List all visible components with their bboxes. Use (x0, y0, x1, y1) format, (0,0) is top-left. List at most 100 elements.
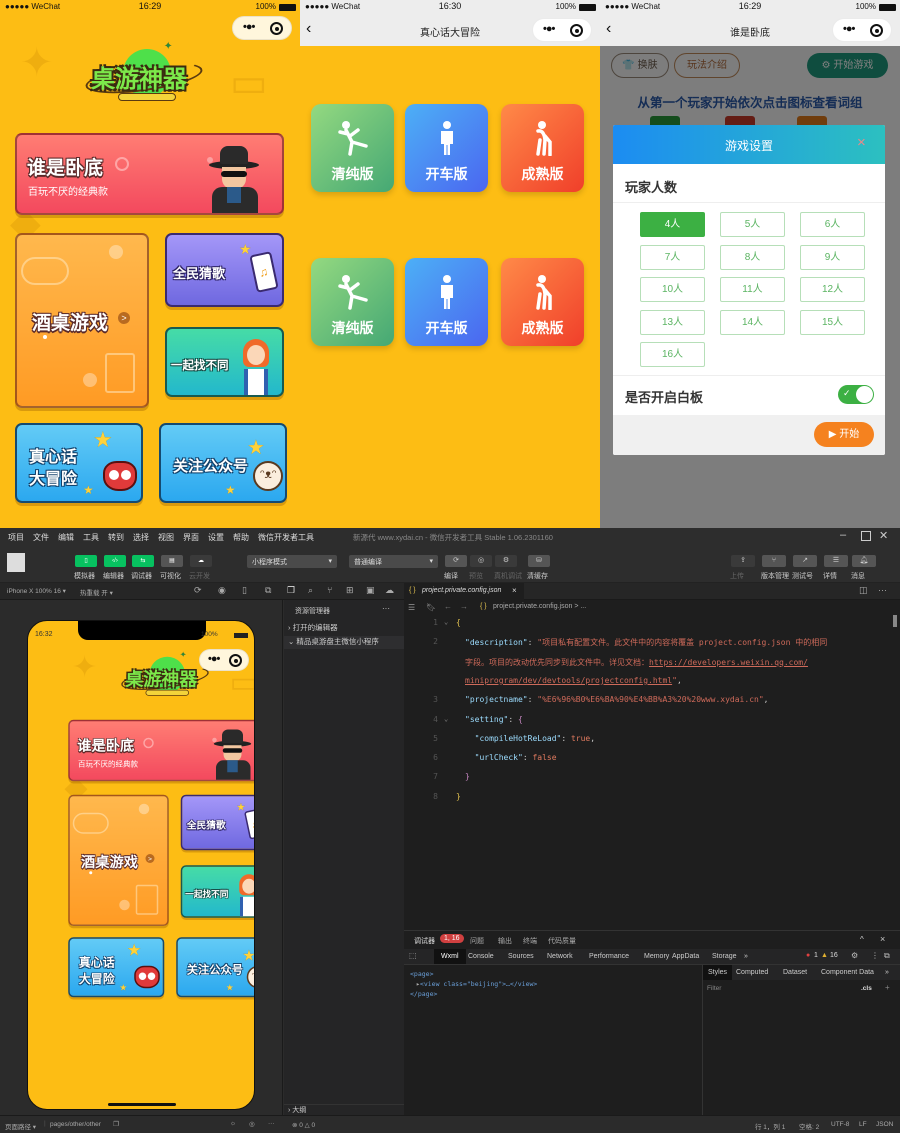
menu-item[interactable]: 工具 (83, 532, 99, 543)
start-button[interactable]: ▶ 开始 (814, 422, 874, 447)
test-account-button[interactable]: ↗ (793, 555, 817, 567)
player-count-option[interactable]: 4人 (640, 212, 705, 237)
styles-tab[interactable]: Dataset (783, 969, 807, 976)
wxml-node[interactable]: </page> (410, 989, 537, 999)
maximize-button[interactable] (861, 531, 871, 541)
wxml-node[interactable]: <page> (410, 969, 537, 979)
version-card[interactable]: 开车版 (405, 104, 488, 192)
dock-icon[interactable]: ⧉ (884, 951, 890, 961)
card-spot-difference[interactable]: 一起找不同 (180, 865, 254, 918)
player-count-option[interactable]: 10人 (640, 277, 705, 302)
back-arrow-icon[interactable]: ← (444, 602, 452, 611)
indent-spaces[interactable]: 空格: 2 (799, 1121, 819, 1131)
debugger-toggle[interactable]: ⇆ (132, 555, 154, 567)
player-count-option[interactable]: 8人 (720, 244, 785, 270)
card-guess-song[interactable]: 全民猜歌 ♫ ★ (165, 233, 284, 307)
player-count-option[interactable]: 5人 (720, 212, 785, 237)
warning-count[interactable]: 16 (830, 952, 838, 959)
avatar[interactable] (7, 553, 25, 572)
project-root[interactable]: ⌄ 精品桌游盘主微信小程序 (284, 636, 404, 649)
error-count[interactable]: 1 (814, 952, 818, 959)
card-spot-difference[interactable]: 一起找不同 (165, 327, 284, 397)
styles-tab[interactable]: Component Data (821, 969, 874, 976)
more-icon[interactable]: •●• (843, 23, 855, 35)
git-icon[interactable]: ⑂ (327, 585, 332, 595)
player-count-option[interactable]: 15人 (800, 309, 865, 335)
menu-item[interactable]: 界面 (183, 532, 199, 543)
close-panel-icon[interactable]: × (880, 934, 885, 944)
mode-select[interactable]: 小程序模式 ▾ (247, 555, 337, 568)
refresh-icon[interactable]: ⟳ (194, 585, 202, 596)
hot-reload-select[interactable]: 热重载 开 ▾ (80, 587, 113, 597)
bug-icon[interactable]: ☼ (230, 1120, 236, 1127)
panel-icon[interactable]: ▣ (366, 585, 375, 596)
version-card[interactable]: 成熟版 (501, 258, 584, 346)
settings-gear-icon[interactable]: ⚙ (851, 951, 858, 960)
panel-tab-network[interactable]: Network (547, 953, 573, 960)
line-ending[interactable]: LF (859, 1121, 867, 1128)
preview-button[interactable]: ◎ (470, 555, 492, 567)
encoding[interactable]: UTF-8 (831, 1121, 849, 1128)
panel-tab-console[interactable]: Console (468, 953, 494, 960)
collapse-icon[interactable]: ^ (860, 935, 864, 944)
menu-item[interactable]: 选择 (133, 532, 149, 543)
close-tab-icon[interactable]: × (512, 586, 517, 595)
menu-item[interactable]: 编辑 (58, 532, 74, 543)
player-count-option[interactable]: 12人 (800, 277, 865, 302)
more-actions-icon[interactable]: ··· (878, 585, 887, 595)
eye-icon[interactable]: ◎ (249, 1120, 255, 1128)
panel-tab-wxml[interactable]: Wxml (434, 949, 466, 964)
menu-item[interactable]: 视图 (158, 532, 174, 543)
panel-tab-performance[interactable]: Performance (589, 953, 629, 960)
record-icon[interactable]: ◉ (218, 585, 226, 596)
version-card[interactable]: 成熟版 (501, 104, 584, 192)
panel-tab-memory[interactable]: Memory (644, 953, 669, 960)
menu-item[interactable]: 帮助 (233, 532, 249, 543)
debugger-tab[interactable]: 调试器 (414, 936, 435, 946)
whiteboard-toggle[interactable]: ✓ (838, 385, 874, 404)
version-card[interactable]: 开车版 (405, 258, 488, 346)
details-button[interactable]: ☰ (824, 555, 848, 567)
version-card[interactable]: 清纯版 (311, 258, 394, 346)
panel-tab-[interactable]: » (744, 953, 748, 960)
panel-tab-appdata[interactable]: AppData (672, 953, 699, 960)
copy-icon[interactable]: ❐ (113, 1120, 119, 1128)
filter-input[interactable]: Filter (707, 985, 721, 992)
bookmark-icon[interactable]: 🔖︎ (426, 603, 436, 612)
simulator-phone[interactable]: 16:32 100% •●• ✦ ▭ ◆ 桌游神器 ✦ 谁是卧底 百玩不厌的经典… (27, 620, 255, 1110)
close-window-button[interactable]: ✕ (879, 529, 888, 542)
clear-cache-button[interactable]: ⛁ (528, 555, 550, 567)
player-count-option[interactable]: 7人 (640, 244, 705, 270)
list-icon[interactable]: ☰ (408, 603, 415, 612)
search-icon[interactable]: ⌕ (308, 585, 313, 596)
inspect-icon[interactable]: ⬚ (409, 951, 417, 960)
add-rule-icon[interactable]: + (885, 983, 890, 992)
card-drinking-games[interactable]: 酒桌游戏 > (68, 794, 169, 926)
player-count-option[interactable]: 14人 (720, 309, 785, 335)
visual-toggle[interactable]: ▤ (161, 555, 183, 567)
card-truth-or-dare[interactable]: 真心话 大冒险 ★ ★ (15, 423, 143, 503)
version-button[interactable]: ⑂ (762, 555, 786, 567)
cursor-position[interactable]: 行 1，列 1 (755, 1121, 785, 1131)
cloud-toggle[interactable]: ☁ (190, 555, 212, 567)
styles-tab[interactable]: » (885, 969, 889, 976)
player-count-option[interactable]: 9人 (800, 244, 865, 270)
card-truth-or-dare[interactable]: 真心话 大冒险 ★ ★ (68, 937, 165, 998)
card-guess-song[interactable]: 全民猜歌 ♫ ★ (180, 794, 254, 851)
breadcrumb[interactable]: project.private.config.json > ... (493, 603, 586, 610)
language-mode[interactable]: JSON (876, 1121, 893, 1128)
code-token[interactable]: miniprogram/dev/devtools/projectconfig.h… (465, 676, 672, 685)
card-follow-account[interactable]: 关注公众号 ★ ᵔᴥᵔ ★ (176, 937, 254, 998)
fold-chevron-icon[interactable]: ⌄ (444, 715, 448, 723)
close-icon[interactable]: × (857, 134, 866, 151)
scrollbar[interactable] (893, 615, 897, 627)
forward-arrow-icon[interactable]: → (460, 602, 468, 611)
docker-icon[interactable]: ☁ (385, 585, 394, 596)
player-count-option[interactable]: 13人 (640, 309, 705, 335)
phone-icon[interactable]: ▯ (242, 585, 247, 596)
menu-item[interactable]: 项目 (8, 532, 24, 543)
debugger-tab[interactable]: 代码质量 (548, 936, 576, 946)
open-editors-section[interactable]: › 打开的编辑器 (284, 622, 404, 635)
menu-item[interactable]: 转到 (108, 532, 124, 543)
remote-debug-button[interactable]: ⚙ (495, 555, 517, 567)
